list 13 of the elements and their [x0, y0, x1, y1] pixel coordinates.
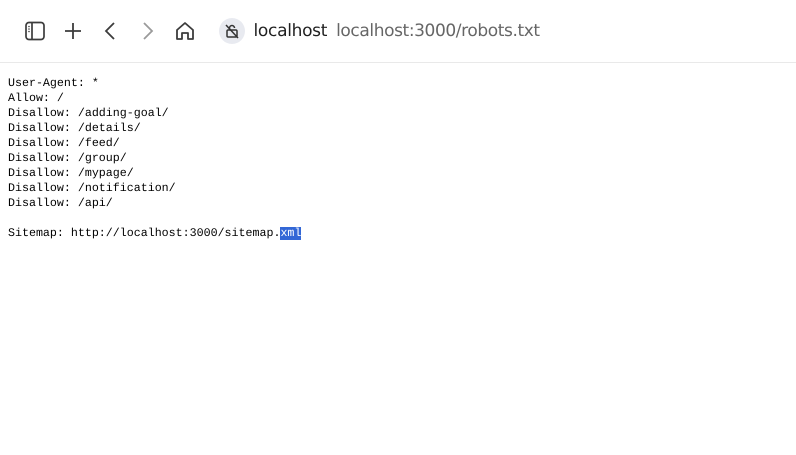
text-line: Disallow: /notification/ — [8, 181, 176, 196]
not-secure-icon[interactable] — [218, 18, 244, 44]
text-line: Disallow: /feed/ — [8, 136, 120, 151]
text-line: Allow: / — [8, 91, 64, 106]
text-line: Sitemap: http://localhost:3000/sitemap.xml — [8, 226, 302, 241]
text-line: Disallow: /mypage/ — [8, 166, 134, 181]
text-line: Disallow: /adding-goal/ — [8, 106, 169, 121]
site-name: localhost — [254, 21, 328, 41]
address-field[interactable]: localhost:3000/robots.txt — [336, 21, 540, 41]
text-line: Disallow: /api/ — [8, 196, 113, 211]
text-line: Disallow: /group/ — [8, 151, 127, 166]
text-line: Disallow: /details/ — [8, 121, 141, 136]
text-line: User-Agent: * — [8, 76, 99, 91]
